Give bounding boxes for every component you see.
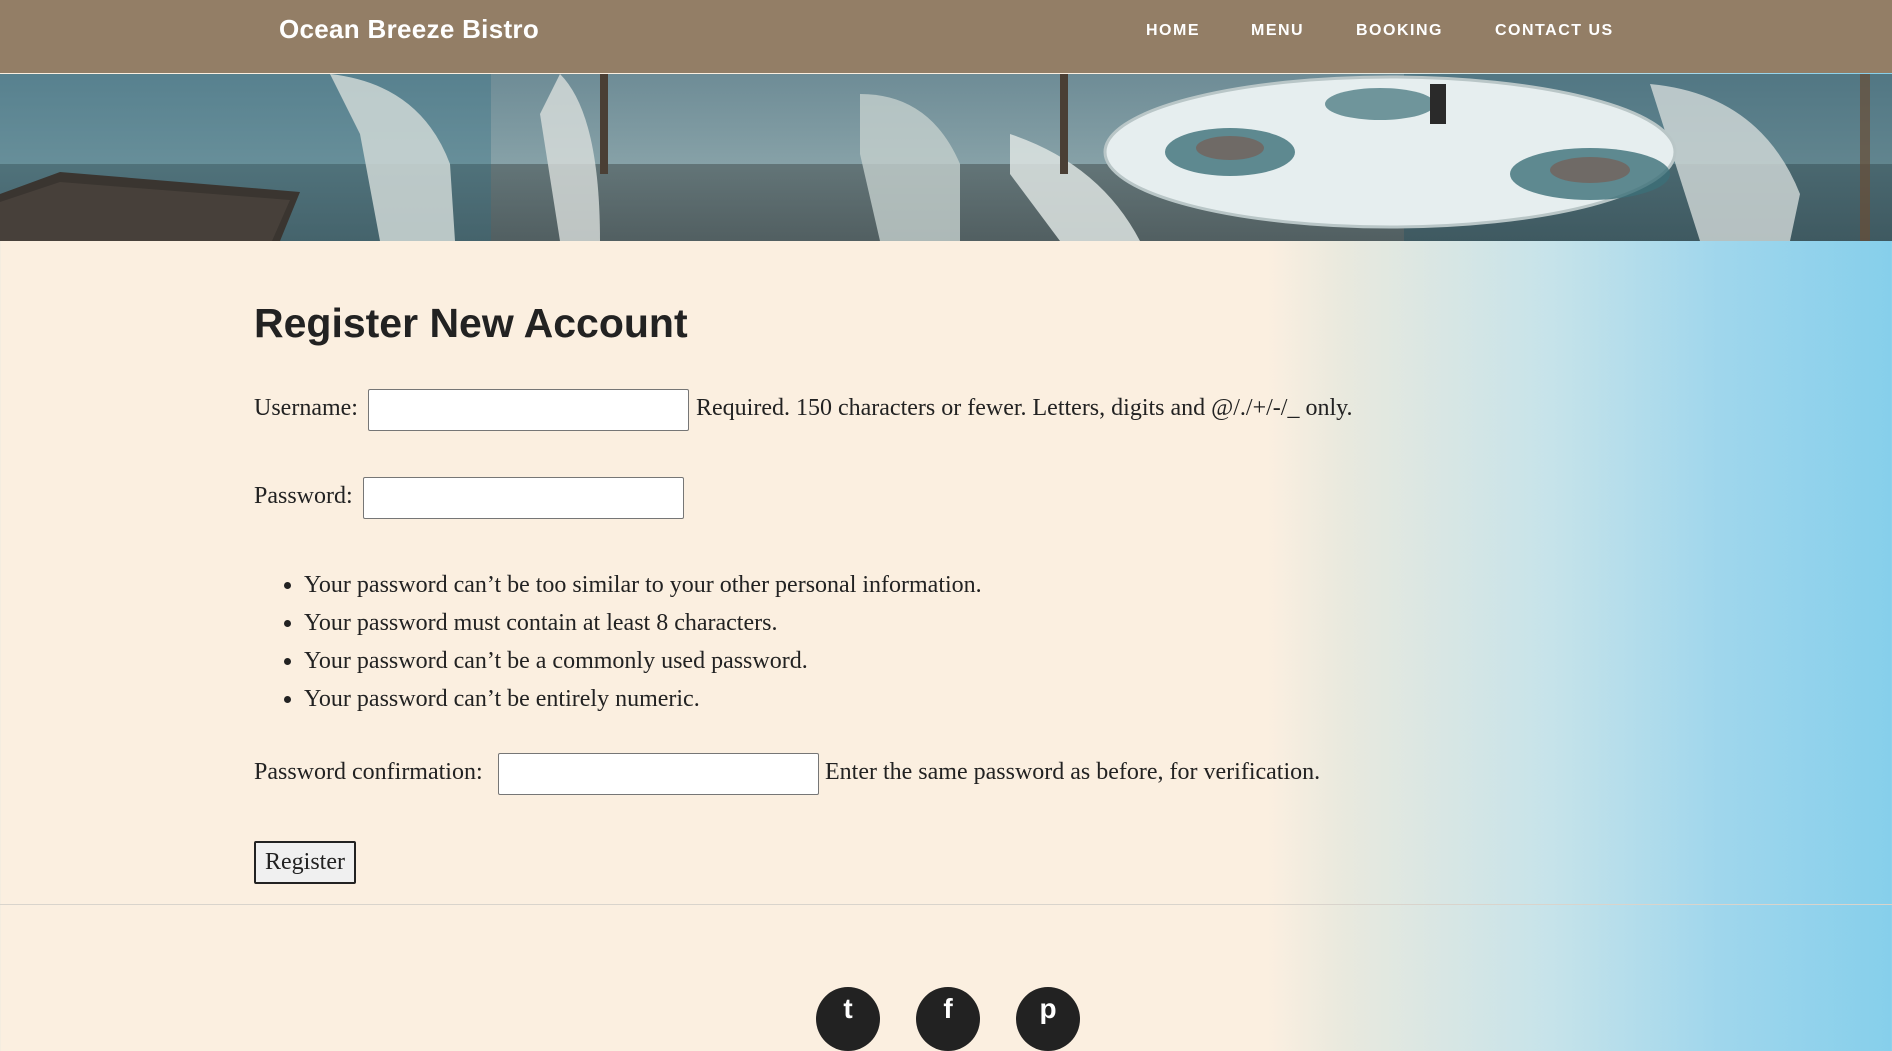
nav-booking-link[interactable]: BOOKING [1356, 22, 1443, 40]
twitter-icon[interactable]: t [816, 987, 880, 1051]
nav-contact-link[interactable]: CONTACT US [1495, 22, 1614, 40]
password-rule-item: Your password can’t be entirely numeric. [304, 680, 982, 718]
hero-banner-image [0, 74, 1892, 241]
password-confirmation-label: Password confirmation: [254, 759, 483, 785]
footer-divider [0, 904, 1892, 905]
password-rule-item: Your password can’t be a commonly used p… [304, 642, 982, 680]
username-help-text: Required. 150 characters or fewer. Lette… [696, 395, 1353, 421]
top-navbar: Ocean Breeze Bistro HOME MENU BOOKING CO… [0, 0, 1892, 73]
password-rules-list: Your password can’t be too similar to yo… [254, 566, 982, 718]
password-label: Password: [254, 483, 353, 509]
nav-menu-link[interactable]: MENU [1251, 22, 1304, 40]
password-input[interactable] [363, 477, 684, 519]
username-input[interactable] [368, 389, 689, 431]
facebook-icon[interactable]: f [916, 987, 980, 1051]
password-rule-item: Your password must contain at least 8 ch… [304, 604, 982, 642]
restaurant-terrace-illustration [0, 74, 1892, 241]
password-confirmation-input[interactable] [498, 753, 819, 795]
password-confirmation-help-text: Enter the same password as before, for v… [825, 759, 1321, 785]
password-rule-item: Your password can’t be too similar to yo… [304, 566, 982, 604]
pinterest-icon[interactable]: p [1016, 987, 1080, 1051]
register-button[interactable]: Register [254, 841, 356, 884]
nav-home-link[interactable]: HOME [1146, 22, 1200, 40]
page-title: Register New Account [254, 300, 688, 346]
username-label: Username: [254, 395, 358, 421]
brand-logo-text[interactable]: Ocean Breeze Bistro [279, 14, 539, 45]
